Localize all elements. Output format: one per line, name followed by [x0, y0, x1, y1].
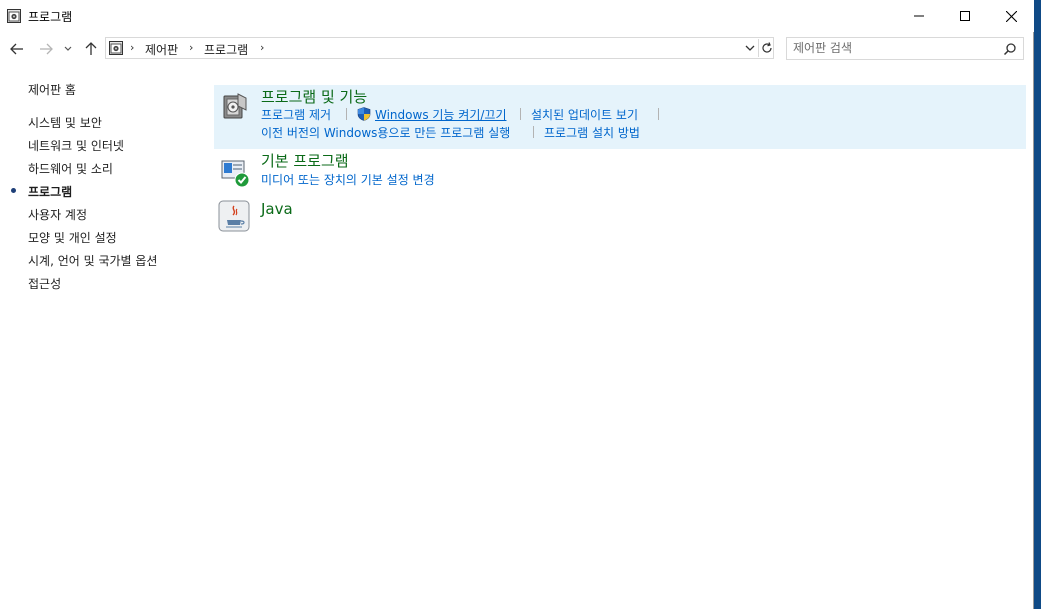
link-divider	[533, 126, 534, 138]
link-uninstall-program[interactable]: 프로그램 제거	[261, 106, 331, 123]
maximize-button[interactable]	[942, 0, 988, 32]
sidebar-item-programs[interactable]: 프로그램	[28, 183, 72, 200]
link-divider	[346, 108, 347, 120]
category-programs-features: 프로그램 및 기능 프로그램 제거 Windows 기능 켜기/끄기 설치된 업…	[214, 85, 1026, 149]
address-bar[interactable]: › 제어판 › 프로그램 ›	[105, 37, 774, 59]
link-how-to-install-program[interactable]: 프로그램 설치 방법	[544, 124, 640, 141]
link-windows-features[interactable]: Windows 기능 켜기/끄기	[375, 106, 506, 123]
link-divider	[520, 108, 521, 120]
sidebar-item-network-internet[interactable]: 네트워크 및 인터넷	[28, 137, 124, 154]
breadcrumb-programs[interactable]: 프로그램	[204, 41, 248, 58]
navigation-bar: › 제어판 › 프로그램 ›	[0, 34, 1034, 64]
current-item-bullet	[11, 188, 16, 193]
sidebar-item-clock-region[interactable]: 시계, 언어 및 국가별 옵션	[28, 252, 157, 269]
minimize-button[interactable]	[896, 0, 942, 32]
recent-dropdown-icon[interactable]	[63, 41, 73, 57]
window-title: 프로그램	[28, 10, 73, 24]
sidebar-item-user-accounts[interactable]: 사용자 계정	[28, 206, 87, 223]
breadcrumb-control-panel[interactable]: 제어판	[145, 41, 178, 58]
java-icon[interactable]	[218, 200, 250, 232]
sidebar-item-hardware-sound[interactable]: 하드웨어 및 소리	[28, 160, 113, 177]
close-button[interactable]	[988, 0, 1034, 32]
minimize-icon	[914, 15, 924, 17]
uac-shield-icon	[357, 107, 371, 121]
control-panel-icon	[7, 9, 21, 23]
chevron-right-icon[interactable]: ›	[260, 41, 264, 54]
control-panel-icon	[109, 41, 123, 55]
category-default-programs: 기본 프로그램 미디어 또는 장치의 기본 설정 변경	[214, 150, 1026, 196]
chevron-right-icon[interactable]: ›	[130, 41, 134, 54]
category-title-programs-features[interactable]: 프로그램 및 기능	[261, 86, 367, 107]
search-box[interactable]	[786, 37, 1024, 60]
maximize-icon	[960, 11, 970, 21]
chevron-right-icon[interactable]: ›	[189, 41, 193, 54]
refresh-button[interactable]	[758, 39, 775, 57]
link-change-media-defaults[interactable]: 미디어 또는 장치의 기본 설정 변경	[261, 171, 435, 188]
sidebar-item-system-security[interactable]: 시스템 및 보안	[28, 114, 102, 131]
category-title-default-programs[interactable]: 기본 프로그램	[261, 150, 349, 171]
category-java: Java	[214, 198, 1026, 234]
default-programs-icon[interactable]	[218, 155, 250, 188]
title-bar: 프로그램	[0, 0, 1034, 32]
programs-features-icon[interactable]	[218, 90, 250, 122]
category-title-java[interactable]: Java	[261, 200, 293, 218]
address-dropdown-icon[interactable]	[743, 41, 757, 55]
close-icon	[1005, 10, 1017, 22]
back-arrow-icon[interactable]	[9, 41, 25, 57]
search-input[interactable]	[793, 40, 993, 56]
link-run-older-programs[interactable]: 이전 버전의 Windows용으로 만든 프로그램 실행	[261, 124, 510, 141]
sidebar-item-ease-of-access[interactable]: 접근성	[28, 275, 61, 292]
link-view-installed-updates[interactable]: 설치된 업데이트 보기	[531, 106, 638, 123]
link-divider	[658, 108, 659, 120]
sidebar-item-appearance[interactable]: 모양 및 개인 설정	[28, 229, 117, 246]
up-arrow-icon[interactable]	[83, 41, 99, 57]
search-icon[interactable]	[1003, 42, 1017, 56]
control-panel-window: 프로그램 › 제어판 › 프로그램 › 제어판 검색 제어판 홈 시스템 및 보…	[0, 0, 1034, 609]
sidebar-item-control-panel-home[interactable]: 제어판 홈	[28, 81, 76, 98]
forward-arrow-icon[interactable]	[38, 41, 54, 57]
refresh-icon	[762, 42, 772, 53]
